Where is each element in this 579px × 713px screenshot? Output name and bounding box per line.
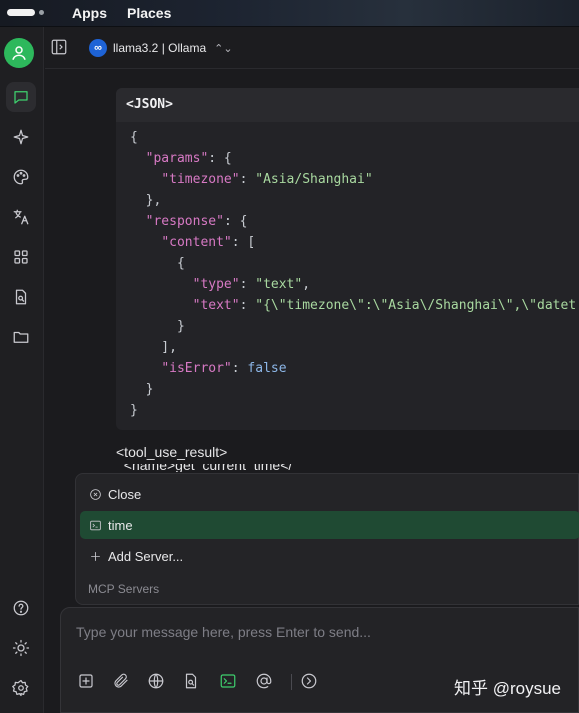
paperclip-icon (114, 673, 128, 688)
code-line: { (130, 130, 138, 145)
palette-icon (13, 169, 29, 185)
sidebar (0, 27, 44, 713)
help-button[interactable] (6, 593, 36, 623)
new-topic-button[interactable] (75, 670, 97, 692)
model-name: llama3.2 | Ollama (113, 41, 207, 55)
avatar[interactable] (4, 38, 34, 68)
mention-button[interactable] (253, 670, 275, 692)
sidebar-item-files[interactable] (6, 322, 36, 352)
message-input[interactable]: Type your message here, press Enter to s… (76, 624, 371, 640)
mcp-server-label: time (108, 517, 133, 533)
code-line: } (130, 403, 138, 418)
apps-menu[interactable]: Apps (72, 5, 107, 21)
mcp-close-item[interactable]: Close (80, 480, 579, 508)
web-search-button[interactable] (145, 670, 167, 692)
json-code-block: <JSON> { "params": { "timezone": "Asia/S… (116, 88, 579, 430)
code-line: "response": { (145, 214, 248, 229)
code-line: "type": "text", (192, 277, 311, 292)
close-circle-icon (90, 488, 101, 500)
code-line: "content": [ (161, 235, 256, 250)
grid-icon (14, 250, 28, 264)
code-line: } (130, 382, 154, 397)
code-line: } (130, 319, 185, 334)
code-line: "params": { (145, 151, 232, 166)
toolbar-divider (291, 674, 292, 690)
sidebar-item-paint[interactable] (6, 162, 36, 192)
activities-indicator[interactable] (7, 9, 35, 16)
user-icon (12, 46, 26, 60)
code-line: }, (130, 193, 162, 208)
mcp-section-label: MCP Servers (88, 582, 160, 596)
sidebar-toggle-button[interactable] (50, 38, 68, 56)
message-composer[interactable]: Type your message here, press Enter to s… (60, 607, 579, 713)
tool-result-partial-text: <name>get_current_time</ (116, 464, 293, 472)
code-line: ], (130, 340, 177, 355)
sparkle-icon (13, 129, 29, 145)
code-line: "timezone": "Asia/Shanghai" (161, 172, 373, 187)
file-search-icon (15, 289, 27, 305)
code-content: { "params": { "timezone": "Asia/Shanghai… (116, 122, 579, 421)
chat-header: ∞ llama3.2 | Ollama ⌃⌄ (45, 27, 579, 69)
globe-icon (148, 673, 164, 689)
model-selector[interactable]: ∞ llama3.2 | Ollama ⌃⌄ (89, 38, 233, 58)
system-top-bar: Apps Places (0, 0, 579, 27)
sidebar-item-apps[interactable] (6, 242, 36, 272)
add-message-icon (79, 674, 93, 688)
tool-result-partial-line: <name>get_current_time</ (116, 464, 366, 472)
attach-button[interactable] (110, 670, 132, 692)
mcp-add-label: Add Server... (108, 548, 184, 564)
at-sign-icon (256, 673, 272, 689)
mcp-add-server-item[interactable]: Add Server... (80, 542, 579, 570)
code-block-title: <JSON> (116, 88, 579, 122)
sidebar-item-translate[interactable] (6, 202, 36, 232)
sun-moon-icon (12, 639, 30, 657)
panel-collapse-icon (51, 39, 67, 55)
watermark: 知乎 @roysue (454, 679, 562, 698)
knowledge-base-button[interactable] (180, 670, 202, 692)
meta-logo-icon: ∞ (89, 39, 107, 57)
sidebar-item-chat[interactable] (6, 82, 36, 112)
plus-icon (91, 551, 100, 561)
file-search-icon (185, 673, 197, 689)
sidebar-item-agents[interactable] (6, 122, 36, 152)
places-menu[interactable]: Places (127, 5, 171, 21)
expand-button[interactable] (298, 670, 320, 692)
chat-bubble-icon (14, 91, 28, 104)
mcp-server-button[interactable] (217, 670, 239, 692)
chevron-updown-icon: ⌃⌄ (214, 42, 233, 55)
tool-use-result-tag: <tool_use_result> (116, 444, 228, 460)
terminal-icon (90, 520, 101, 530)
code-line: "text": "{\"timezone\":\"Asia\/Shanghai\… (192, 298, 577, 313)
sidebar-item-knowledge[interactable] (6, 282, 36, 312)
translate-icon (13, 209, 29, 225)
chevron-right-circle-icon (301, 673, 317, 689)
code-line: "isError": false (161, 361, 287, 376)
code-line: { (130, 256, 185, 271)
folder-icon (13, 331, 29, 343)
settings-button[interactable] (6, 673, 36, 703)
mcp-server-menu: Close time Add Server... MCP Servers (75, 473, 579, 605)
workspace-dot (39, 10, 44, 15)
gear-icon (12, 679, 29, 697)
help-icon (13, 600, 29, 616)
mcp-server-time-item[interactable]: time (80, 511, 579, 539)
terminal-icon (220, 674, 236, 688)
theme-toggle[interactable] (6, 633, 36, 663)
mcp-close-label: Close (108, 486, 142, 502)
